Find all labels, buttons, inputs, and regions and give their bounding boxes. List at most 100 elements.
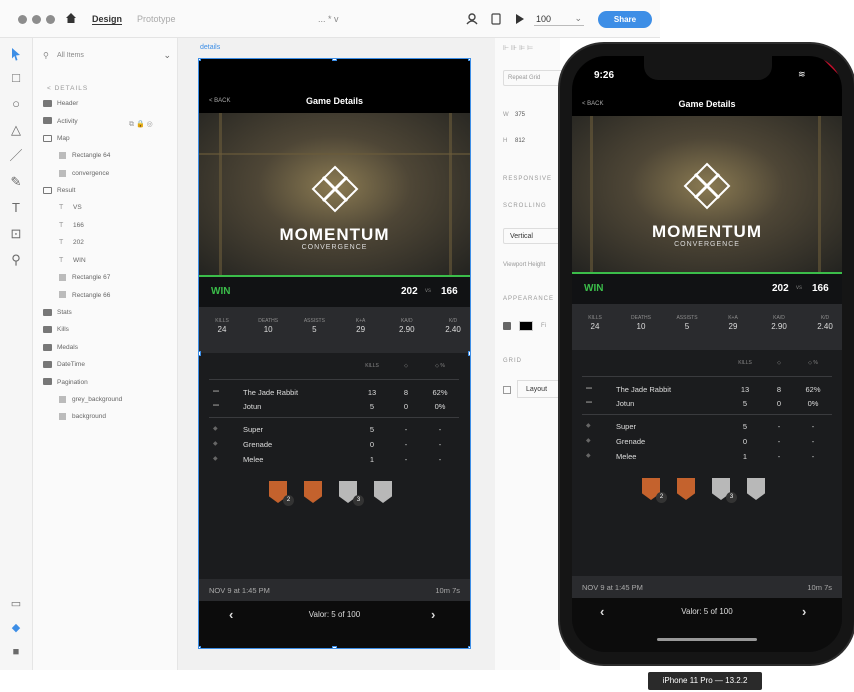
stat-value: 29: [356, 325, 366, 334]
layout-select[interactable]: Layout: [517, 380, 563, 398]
kills-name: Melee: [616, 452, 637, 461]
layer-item[interactable]: Rectangle 64: [59, 152, 110, 159]
breadcrumb[interactable]: < DETAILS: [47, 85, 88, 92]
stat-label: DEATHS: [258, 318, 279, 324]
layer-item[interactable]: Stats: [43, 308, 72, 316]
fill-swatch[interactable]: [519, 321, 533, 331]
kills-pct: 62%: [432, 388, 448, 397]
plugins-icon[interactable]: ■: [8, 644, 24, 660]
window-close-dot[interactable]: [18, 15, 27, 24]
layer-item[interactable]: Kills: [43, 326, 69, 333]
layer-item[interactable]: Map: [43, 134, 70, 142]
medal-icon[interactable]: [374, 481, 392, 503]
layer-item[interactable]: Rectangle 66: [59, 291, 110, 299]
medal-count-badge: 3: [353, 495, 364, 506]
pen-tool-icon[interactable]: ✎: [8, 174, 24, 190]
chevron-down-icon[interactable]: ⌄: [163, 50, 171, 61]
medal-icon[interactable]: [677, 478, 695, 500]
stat-label: KA/D: [400, 318, 413, 324]
layer-item[interactable]: grey_background: [59, 395, 122, 403]
layers-icon[interactable]: ◆: [8, 620, 24, 636]
layer-item[interactable]: T WIN: [59, 257, 86, 264]
stat-deaths: DEATHS 10: [253, 318, 283, 334]
ellipse-tool-icon[interactable]: ○: [8, 96, 24, 112]
folder-icon: [43, 117, 52, 125]
document-title[interactable]: ... * v: [318, 14, 339, 24]
result-label: WIN: [211, 286, 231, 297]
fill-checkbox[interactable]: [503, 322, 511, 330]
wifi-icon: ≋: [798, 69, 806, 79]
match-date: NOV 9 at 1:45 PM: [582, 583, 643, 592]
play-icon[interactable]: [515, 14, 525, 24]
layer-item[interactable]: T 166: [59, 222, 84, 229]
stat-value: 10: [636, 322, 646, 331]
layer-item[interactable]: DateTime: [43, 361, 85, 368]
layer-item[interactable]: T VS: [59, 204, 82, 211]
stat-k-d: K/D 2.40: [810, 315, 840, 331]
layer-item[interactable]: Header: [43, 100, 78, 107]
column-header: KILLS: [738, 360, 752, 366]
map-subtitle: CONVERGENCE: [301, 244, 368, 251]
kills-pct: -: [438, 440, 442, 449]
weapon-icon: ▬: [586, 385, 592, 391]
medals-row: 23: [572, 476, 842, 506]
kills-kills: 0: [369, 440, 375, 449]
window-zoom-dot[interactable]: [46, 15, 55, 24]
medal-icon[interactable]: [747, 478, 765, 500]
select-tool-icon[interactable]: [8, 46, 24, 62]
layer-label: Activity: [57, 117, 78, 125]
artboard-tool-icon[interactable]: ⊡: [8, 226, 24, 242]
layer-item[interactable]: Rectangle 67: [59, 274, 110, 281]
layer-item[interactable]: Activity: [43, 117, 78, 125]
next-page-button[interactable]: ›: [431, 607, 435, 622]
height-field[interactable]: 812: [515, 138, 525, 144]
kills-prec: 0: [403, 402, 409, 411]
layer-item[interactable]: Result: [43, 187, 75, 194]
grid-checkbox[interactable]: [503, 386, 511, 394]
kills-prec: -: [777, 437, 781, 446]
share-button[interactable]: Share: [598, 11, 652, 28]
user-icon[interactable]: [466, 13, 478, 25]
weapon-icon: ▬: [213, 402, 219, 408]
map-hero: MOMENTUM CONVERGENCE: [572, 116, 842, 272]
nav-header: < BACK Game Details: [199, 91, 470, 113]
scrolling-select[interactable]: Vertical: [503, 228, 563, 244]
zoom-tool-icon[interactable]: ⚲: [8, 252, 24, 268]
artboard-details[interactable]: < BACK Game Details MOMENTUM CONVERGENCE…: [198, 58, 471, 649]
folder-icon: [43, 361, 52, 368]
layers-search[interactable]: ⚲ All Items ⌄: [43, 50, 171, 64]
layer-item[interactable]: T 202: [59, 239, 84, 246]
layer-label: Medals: [57, 343, 78, 351]
search-input[interactable]: All Items: [57, 52, 84, 59]
layer-item[interactable]: Medals: [43, 343, 78, 351]
preview-screen[interactable]: 9:26 ≋ < BACK Game Details MOMENTUM CONV…: [572, 56, 842, 652]
tab-prototype[interactable]: Prototype: [137, 14, 176, 24]
tab-design[interactable]: Design: [92, 14, 123, 25]
match-duration: 10m 7s: [435, 586, 460, 595]
layer-item[interactable]: convergence: [59, 169, 109, 177]
layer-action-icons[interactable]: ⧉ 🔒 ◎: [129, 120, 153, 129]
line-tool-icon[interactable]: ／: [8, 148, 24, 164]
polygon-tool-icon[interactable]: △: [8, 122, 24, 138]
stat-label: KILLS: [215, 318, 229, 324]
home-icon[interactable]: [65, 12, 77, 24]
repeat-grid-button[interactable]: Repeat Grid: [503, 70, 563, 86]
rectangle-tool-icon[interactable]: □: [8, 70, 24, 86]
device-preview-icon[interactable]: [491, 13, 501, 25]
stat-value: 5: [684, 322, 690, 331]
align-icons[interactable]: ⊩ ⊪ ⊫ ⊨: [503, 44, 533, 52]
zoom-select[interactable]: 100 ⌄: [534, 12, 584, 26]
next-page-button[interactable]: ›: [802, 604, 806, 619]
medal-icon[interactable]: [304, 481, 322, 503]
text-tool-icon[interactable]: T: [8, 200, 24, 216]
column-header: ◇: [404, 363, 408, 369]
assets-icon[interactable]: ▭: [8, 596, 24, 612]
kills-pct: 0%: [434, 402, 446, 411]
layer-label: Header: [57, 100, 79, 108]
artboard-label[interactable]: details: [200, 44, 220, 51]
rectangle-icon: [59, 413, 66, 421]
layer-item[interactable]: background: [59, 413, 106, 420]
layer-item[interactable]: Pagination: [43, 378, 88, 386]
width-field[interactable]: 375: [515, 112, 525, 118]
window-minimize-dot[interactable]: [32, 15, 41, 24]
